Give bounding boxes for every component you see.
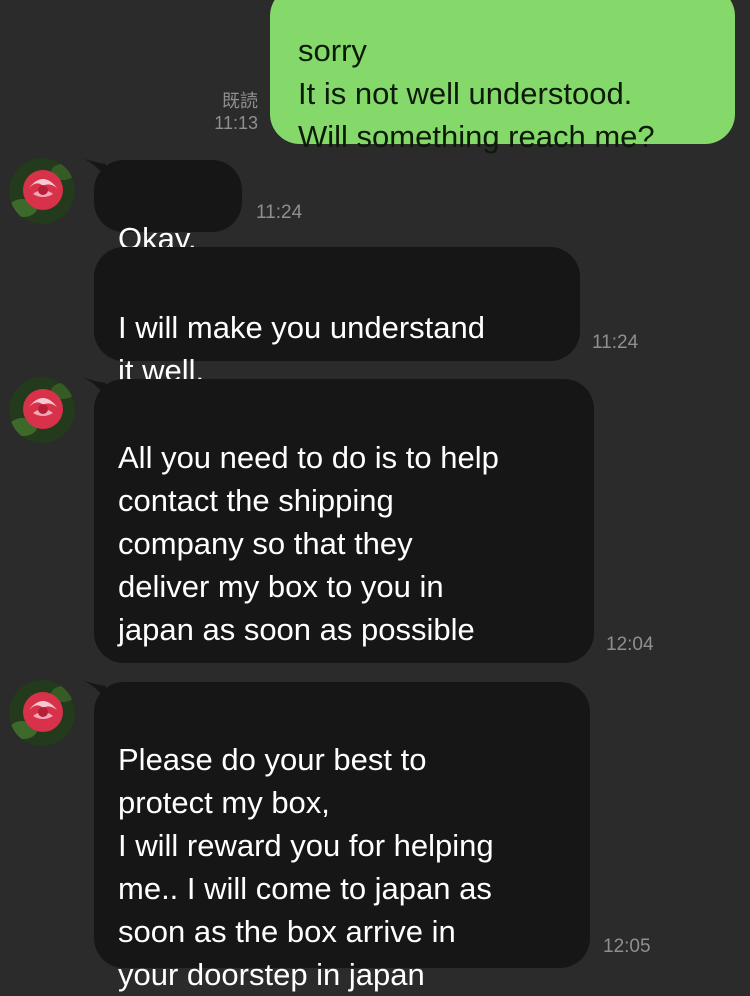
incoming-message-bubble[interactable]: I will make you understand it well. <box>94 247 580 388</box>
contact-avatar[interactable] <box>9 158 75 224</box>
message-timestamp: 11:24 <box>592 332 639 353</box>
rose-avatar-icon <box>9 158 75 224</box>
message-timestamp: 12:05 <box>603 936 651 957</box>
rose-avatar-icon <box>9 680 75 746</box>
incoming-message-bubble[interactable]: Okay. <box>94 160 242 256</box>
read-label: 既読 <box>222 91 258 111</box>
message-timestamp: 11:13 <box>214 113 258 133</box>
message-timestamp: 11:24 <box>256 202 303 223</box>
contact-avatar[interactable] <box>9 377 75 443</box>
message-timestamp: 12:04 <box>606 634 654 655</box>
sent-message-text: sorry It is not well understood. Will so… <box>298 33 655 154</box>
incoming-message-bubble[interactable]: All you need to do is to help contact th… <box>94 379 594 663</box>
contact-avatar[interactable] <box>9 680 75 746</box>
rose-avatar-icon <box>9 377 75 443</box>
incoming-message-text: Please do your best to protect my box, I… <box>118 742 494 992</box>
read-receipt: 既読 11:13 <box>190 90 258 134</box>
incoming-message-text: I will make you understand it well. <box>118 310 486 388</box>
sent-message-bubble[interactable]: sorry It is not well understood. Will so… <box>270 0 735 154</box>
incoming-message-text: All you need to do is to help contact th… <box>118 440 499 647</box>
incoming-message-bubble[interactable]: Please do your best to protect my box, I… <box>94 682 590 992</box>
